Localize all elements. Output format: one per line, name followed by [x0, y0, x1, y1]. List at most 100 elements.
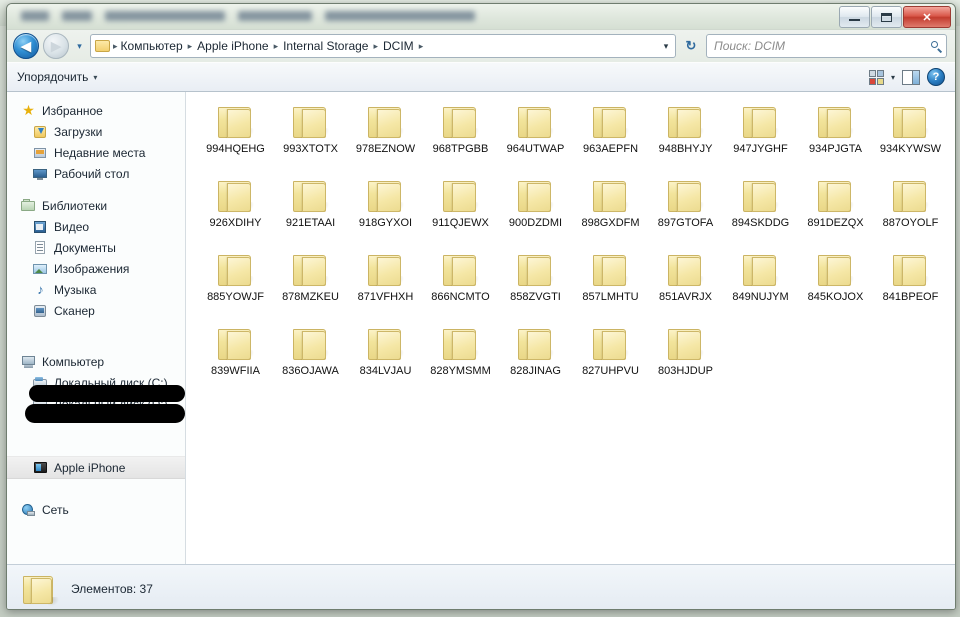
minimize-button[interactable] — [839, 6, 870, 28]
sidebar-item-redacted-2[interactable] — [7, 435, 185, 456]
sidebar-item-downloads[interactable]: Загрузки — [7, 121, 185, 142]
video-icon — [33, 220, 48, 234]
folder-item[interactable]: 839WFIIA — [198, 324, 273, 398]
help-button[interactable]: ? — [927, 68, 945, 86]
folder-item[interactable]: 803HJDUP — [648, 324, 723, 398]
breadcrumb-dropdown-icon[interactable]: ▾ — [659, 41, 673, 52]
folder-label: 993XTOTX — [283, 143, 338, 155]
folder-item[interactable]: 948BHYJY — [648, 102, 723, 176]
explorer-window: ✕ ◀ ▶ ▾ ▸ Компьютер ▸ Apple iPhone ▸ Int… — [6, 3, 956, 610]
folder-item[interactable]: 934PJGTA — [798, 102, 873, 176]
folder-icon — [95, 40, 110, 52]
organize-button[interactable]: Упорядочить ▾ — [17, 70, 97, 84]
folder-icon — [891, 252, 931, 288]
folder-item[interactable]: 878MZKEU — [273, 250, 348, 324]
folder-item[interactable]: 836OJAWA — [273, 324, 348, 398]
folder-label: 827UHPVU — [582, 365, 639, 377]
history-dropdown-button[interactable]: ▾ — [73, 41, 86, 52]
sidebar-item-recent-places[interactable]: Недавние места — [7, 142, 185, 163]
breadcrumb-item-dcim[interactable]: DCIM — [379, 38, 418, 54]
folder-item[interactable]: 834LVJAU — [348, 324, 423, 398]
sidebar-group-computer[interactable]: Компьютер — [7, 351, 185, 372]
folder-label: 839WFIIA — [211, 365, 260, 377]
window-controls[interactable]: ✕ — [839, 6, 951, 28]
folder-item[interactable]: 841BPEOF — [873, 250, 948, 324]
folder-icon — [516, 252, 556, 288]
folder-item[interactable]: 828YMSMM — [423, 324, 498, 398]
folder-item[interactable]: 968TPGBB — [423, 102, 498, 176]
folder-item[interactable]: 871VFHXH — [348, 250, 423, 324]
change-view-dropdown-icon[interactable]: ▾ — [891, 73, 895, 82]
sidebar-group-network[interactable]: Сеть — [7, 499, 185, 520]
folder-label: 934KYWSW — [879, 143, 942, 155]
scanner-icon — [33, 304, 48, 318]
folder-item[interactable]: 934KYWSW — [873, 102, 948, 176]
sidebar-item-documents[interactable]: Документы — [7, 237, 185, 258]
breadcrumb-bar[interactable]: ▸ Компьютер ▸ Apple iPhone ▸ Internal St… — [90, 34, 676, 58]
sidebar-item-scanner[interactable]: Сканер — [7, 300, 185, 321]
folder-item[interactable]: 994HQEHG — [198, 102, 273, 176]
folder-item[interactable]: 963AEPFN — [573, 102, 648, 176]
folder-icon — [891, 104, 931, 140]
folder-item[interactable]: 947JYGHF — [723, 102, 798, 176]
refresh-button[interactable]: ↻ — [680, 35, 702, 57]
sidebar-item-desktop[interactable]: Рабочий стол — [7, 163, 185, 184]
sidebar-group-favorites[interactable]: ★ Избранное — [7, 100, 185, 121]
breadcrumb-item-internal-storage[interactable]: Internal Storage — [279, 38, 372, 54]
folder-item[interactable]: 845KOJOX — [798, 250, 873, 324]
folder-icon — [216, 178, 256, 214]
desktop-icon — [33, 167, 48, 181]
libraries-icon — [21, 198, 36, 213]
folder-item[interactable]: 849NUJYM — [723, 250, 798, 324]
preview-pane-icon[interactable] — [902, 69, 920, 85]
maximize-button[interactable] — [871, 6, 902, 28]
folder-item[interactable]: 926XDIHY — [198, 176, 273, 250]
folder-item[interactable]: 827UHPVU — [573, 324, 648, 398]
folder-item[interactable]: 897GTOFA — [648, 176, 723, 250]
folder-icon — [291, 178, 331, 214]
sidebar-item-pictures[interactable]: Изображения — [7, 258, 185, 279]
folder-item[interactable]: 898GXDFM — [573, 176, 648, 250]
sidebar-item-music[interactable]: ♪ Музыка — [7, 279, 185, 300]
folder-item[interactable]: 858ZVGTI — [498, 250, 573, 324]
folder-item[interactable]: 911QJEWX — [423, 176, 498, 250]
close-button[interactable]: ✕ — [903, 6, 951, 28]
redaction-bar-2 — [25, 404, 185, 423]
star-icon: ★ — [22, 101, 35, 118]
folder-label: 836OJAWA — [282, 365, 339, 377]
folder-item[interactable]: 964UTWAP — [498, 102, 573, 176]
folder-label: 858ZVGTI — [510, 291, 561, 303]
folder-item[interactable]: 900DZDMI — [498, 176, 573, 250]
folder-item[interactable]: 866NCMTO — [423, 250, 498, 324]
folder-item[interactable]: 851AVRJX — [648, 250, 723, 324]
folder-item[interactable]: 918GYXOI — [348, 176, 423, 250]
folder-icon — [291, 326, 331, 362]
folder-icon — [816, 252, 856, 288]
computer-icon — [21, 355, 36, 369]
forward-button[interactable]: ▶ — [43, 33, 69, 59]
title-bar[interactable]: ✕ — [7, 4, 955, 30]
sidebar-item-video[interactable]: Видео — [7, 216, 185, 237]
breadcrumb-item-computer[interactable]: Компьютер — [119, 38, 187, 54]
folder-item[interactable]: 978EZNOW — [348, 102, 423, 176]
sidebar-group-label: Компьютер — [42, 354, 105, 369]
sidebar-item-label: Загрузки — [54, 124, 103, 139]
sidebar-item-apple-iphone[interactable]: Apple iPhone — [7, 456, 185, 479]
back-button[interactable]: ◀ — [13, 33, 39, 59]
folder-item[interactable]: 993XTOTX — [273, 102, 348, 176]
file-list-pane[interactable]: 994HQEHG 993XTOTX 978EZNOW 968TPGBB 964UTWAP… — [186, 92, 955, 564]
folder-item[interactable]: 857LMHTU — [573, 250, 648, 324]
folder-item[interactable]: 887OYOLF — [873, 176, 948, 250]
folder-item[interactable]: 894SKDDG — [723, 176, 798, 250]
change-view-icon[interactable] — [868, 69, 884, 85]
folder-item[interactable]: 828JINAG — [498, 324, 573, 398]
search-input[interactable]: Поиск: DCIM — [706, 34, 947, 58]
folder-item[interactable]: 921ETAAI — [273, 176, 348, 250]
folder-icon — [441, 104, 481, 140]
breadcrumb-item-apple-iphone[interactable]: Apple iPhone — [193, 38, 272, 54]
address-bar: ◀ ▶ ▾ ▸ Компьютер ▸ Apple iPhone ▸ Inter… — [7, 30, 955, 62]
folder-item[interactable]: 885YOWJF — [198, 250, 273, 324]
sidebar-group-libraries[interactable]: Библиотеки — [7, 195, 185, 216]
folder-item[interactable]: 891DEZQX — [798, 176, 873, 250]
